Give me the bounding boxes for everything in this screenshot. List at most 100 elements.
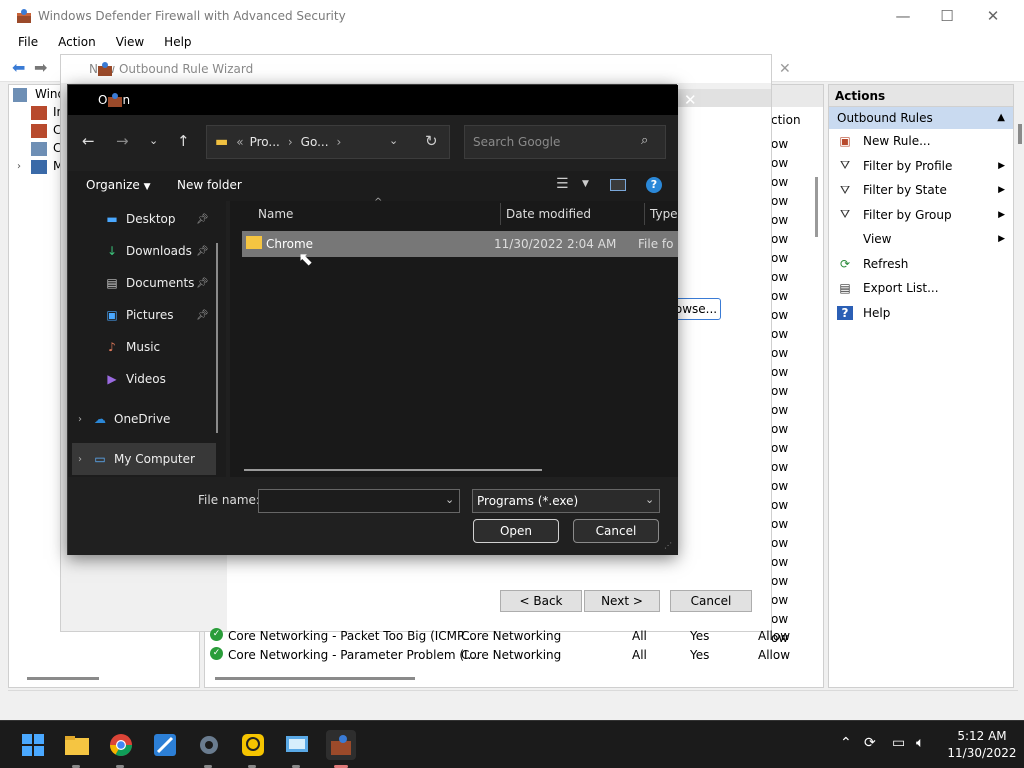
chevron-up-icon[interactable]: ⌃ — [840, 735, 852, 751]
monitor-icon: ▭ — [94, 452, 106, 466]
file-name-input[interactable]: ⌄ — [258, 489, 460, 513]
action-item[interactable]: ⛛ Filter by State ▶ — [829, 178, 1013, 203]
cell-name: Core Networking - Packet Too Big (ICMP..… — [228, 629, 474, 643]
close-button[interactable]: ✕ — [970, 0, 1016, 32]
action-item[interactable]: ▣ New Rule... — [829, 129, 1013, 154]
list-scrollbar[interactable] — [815, 177, 818, 237]
column-divider[interactable] — [500, 203, 501, 225]
refresh-icon[interactable]: ↻ — [425, 132, 438, 150]
nav-item-music[interactable]: ♪ Music — [104, 331, 214, 363]
scrollbar[interactable] — [1018, 124, 1022, 144]
cell-enabled: Yes — [690, 648, 710, 662]
network-icon[interactable]: ▭ — [892, 735, 905, 751]
search-box[interactable]: Search Google ⌕ — [464, 125, 666, 159]
address-dropdown-icon[interactable]: ⌄ — [389, 134, 398, 147]
nav-item-downloads[interactable]: ↓ Downloads 📌︎ — [104, 235, 214, 267]
action-item[interactable]: ▤ Export List... — [829, 276, 1013, 301]
forward-nav-icon[interactable]: → — [116, 132, 129, 150]
paint-icon[interactable] — [150, 730, 180, 760]
wizard-close-icon[interactable]: ✕ — [779, 61, 791, 77]
browse-button[interactable]: owse... — [671, 298, 721, 320]
dialog-close-icon[interactable]: ✕ — [684, 91, 697, 109]
collapse-icon[interactable]: ▲ — [997, 107, 1005, 129]
address-bar[interactable]: ▬ « Pro... › Go... › ⌄ ↻ — [206, 125, 450, 159]
chevron-down-icon[interactable]: ⌄ — [445, 493, 454, 506]
column-name[interactable]: Name — [258, 207, 293, 221]
settings-gear-icon[interactable] — [194, 730, 224, 760]
breadcrumb-sep-icon: › — [336, 135, 342, 149]
nav-item-pictures[interactable]: ▣ Pictures 📌︎ — [104, 299, 214, 331]
action-label: Export List... — [863, 281, 939, 296]
menu-action[interactable]: Action — [58, 35, 96, 49]
file-explorer-icon[interactable] — [62, 730, 92, 760]
cancel-button[interactable]: Cancel — [573, 519, 659, 543]
maximize-button[interactable]: ☐ — [924, 0, 970, 32]
help-icon: ? — [837, 305, 853, 320]
column-divider[interactable] — [644, 203, 645, 225]
recent-chevron-icon[interactable]: ⌄ — [149, 134, 158, 147]
table-row[interactable]: ✓ Core Networking - Parameter Problem (I.… — [204, 646, 824, 665]
expand-chevron-icon[interactable]: › — [78, 414, 82, 425]
action-item[interactable]: View ▶ — [829, 227, 1013, 252]
next-button[interactable]: Next > — [584, 590, 660, 612]
back-button[interactable]: < Back — [500, 590, 582, 612]
folder-icon: ▬ — [215, 134, 229, 150]
action-item[interactable]: ⛛ Filter by Group ▶ — [829, 203, 1013, 228]
menu-file[interactable]: File — [18, 35, 38, 49]
nav-item-onedrive[interactable]: › ☁ OneDrive — [78, 403, 224, 435]
preview-pane-icon[interactable] — [610, 179, 626, 191]
nav-item-label: Documents — [126, 276, 195, 290]
column-action-partial[interactable]: ction — [771, 113, 801, 127]
chevron-down-icon[interactable]: ⌄ — [645, 493, 654, 506]
file-h-scrollbar[interactable] — [244, 469, 542, 471]
nav-scrollbar[interactable] — [216, 243, 218, 433]
sync-icon[interactable]: ⟳ — [864, 735, 876, 751]
actions-section-outbound[interactable]: Outbound Rules ▲ — [829, 107, 1013, 129]
expand-chevron-icon[interactable]: › — [78, 454, 82, 465]
back-arrow-icon[interactable]: ⬅ — [12, 58, 25, 77]
search-icon[interactable]: ⌕ — [641, 133, 648, 148]
action-item[interactable]: ? Help — [829, 301, 1013, 326]
back-nav-icon[interactable]: ← — [82, 132, 95, 150]
nav-item-label: Downloads — [126, 244, 192, 258]
menu-view[interactable]: View — [116, 35, 144, 49]
tree-scrollbar[interactable] — [27, 677, 99, 680]
firewall-taskbar-icon[interactable] — [326, 730, 356, 760]
search-input[interactable]: Search Google — [473, 135, 560, 149]
new-folder-button[interactable]: New folder — [177, 178, 242, 192]
organize-button[interactable]: Organize ▼ — [86, 178, 151, 192]
column-type[interactable]: Type — [650, 207, 678, 221]
up-arrow-icon[interactable]: ↑ — [177, 132, 190, 150]
breadcrumb-overflow[interactable]: « — [236, 135, 243, 149]
breadcrumb-item[interactable]: Go... — [301, 135, 329, 149]
table-row[interactable]: ✓ Core Networking - Packet Too Big (ICMP.… — [204, 627, 824, 646]
clock-date[interactable]: 11/30/2022 — [942, 746, 1022, 760]
action-item[interactable]: ⟳ Refresh — [829, 252, 1013, 277]
volume-icon[interactable]: 🔈︎ — [916, 735, 924, 751]
file-type-select[interactable]: Programs (*.exe) ⌄ — [472, 489, 660, 513]
view-list-icon[interactable]: ☰ — [556, 176, 569, 192]
start-button[interactable] — [18, 730, 48, 760]
minimize-button[interactable]: — — [880, 0, 926, 32]
forward-arrow-icon[interactable]: ➡ — [34, 58, 47, 77]
control-panel-icon[interactable] — [282, 730, 312, 760]
remote-app-icon[interactable] — [238, 730, 268, 760]
resize-grip-icon[interactable]: ⋰ — [664, 541, 672, 550]
nav-item-desktop[interactable]: ▬ Desktop 📌︎ — [104, 203, 214, 235]
clock-time[interactable]: 5:12 AM — [946, 729, 1018, 743]
menu-help[interactable]: Help — [164, 35, 191, 49]
monitoring-icon — [31, 160, 47, 174]
view-dropdown-icon[interactable]: ▼ — [582, 179, 589, 189]
action-item[interactable]: ⛛ Filter by Profile ▶ — [829, 154, 1013, 179]
nav-item-videos[interactable]: ▶ Videos — [104, 363, 214, 395]
chrome-icon[interactable] — [106, 730, 136, 760]
breadcrumb-item[interactable]: Pro... — [250, 135, 280, 149]
list-h-scrollbar[interactable] — [215, 677, 415, 680]
nav-item-my-computer[interactable]: › ▭ My Computer — [72, 443, 216, 475]
column-date-modified[interactable]: Date modified — [506, 207, 591, 221]
open-button[interactable]: Open — [473, 519, 559, 543]
expand-chevron-icon[interactable]: › — [17, 161, 21, 172]
nav-item-documents[interactable]: ▤ Documents 📌︎ — [104, 267, 214, 299]
help-icon[interactable]: ? — [646, 177, 662, 193]
wizard-cancel-button[interactable]: Cancel — [670, 590, 752, 612]
